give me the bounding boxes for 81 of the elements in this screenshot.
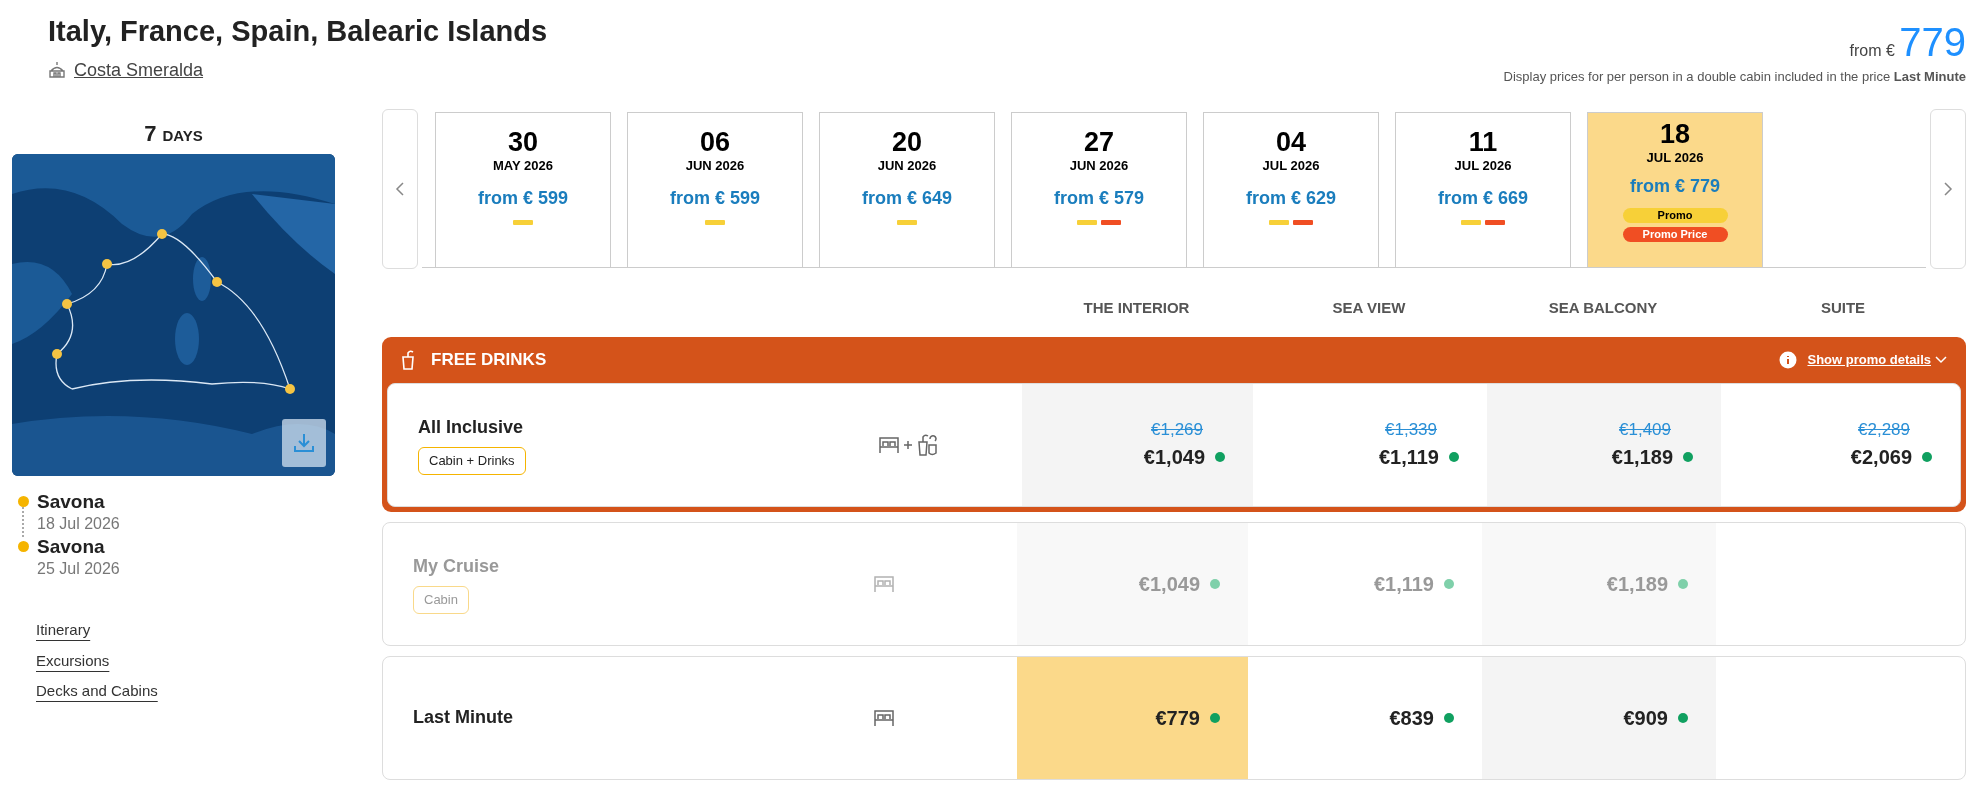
column-header: THE INTERIOR — [1082, 298, 1191, 319]
availability-dot — [1678, 578, 1688, 589]
price-cell[interactable]: €1,339 €1,119 — [1253, 383, 1487, 506]
date-tab[interactable]: 18 JUL 2026 from € 779 Promo Promo Price — [1587, 111, 1763, 267]
price-cell[interactable]: €1,409 €1,189 — [1487, 383, 1721, 506]
price-note: Display prices for per person in a double cabin included in the price Last Minute — [1503, 68, 1966, 86]
info-icon — [1779, 350, 1798, 369]
old-price: €1,409 — [1619, 418, 1671, 441]
price: €1,189 — [1606, 571, 1668, 597]
chevron-right-icon — [1943, 181, 1953, 198]
availability-dot — [1683, 452, 1693, 463]
availability-dot — [1922, 452, 1932, 463]
offer-name: My Cruise — [413, 555, 501, 579]
column-header: SEA BALCONY — [1547, 298, 1659, 319]
chevron-left-icon — [395, 181, 405, 198]
availability-dot — [1210, 578, 1220, 589]
nav-link[interactable]: Excursions — [36, 649, 110, 673]
date-tab[interactable]: 06 JUN 2026 from € 599 — [627, 111, 803, 267]
offer-tag: Cabin — [413, 586, 469, 614]
price: €1,119 — [1373, 571, 1434, 597]
nav-link[interactable]: Decks and Cabins — [36, 680, 158, 703]
plus-icon — [904, 440, 912, 449]
price: €1,119 — [1378, 445, 1439, 471]
nav-link[interactable]: Itinerary — [36, 619, 91, 642]
port-name: Savona — [37, 491, 106, 513]
column-header: SUITE — [1819, 298, 1867, 319]
price-prefix: from € — [1849, 42, 1895, 59]
price: €839 — [1389, 705, 1434, 731]
offer-name: Last Minute — [413, 706, 514, 729]
port-date: 25 Jul 2026 — [37, 559, 120, 580]
availability-dot — [1678, 712, 1688, 723]
old-price: €1,339 — [1385, 418, 1437, 441]
promo-details-link[interactable]: Show promo details — [1807, 349, 1931, 370]
stop-marker-icon — [17, 540, 29, 552]
old-price: €1,269 — [1151, 418, 1203, 441]
availability-dot — [1444, 712, 1454, 723]
bed-icon — [873, 573, 895, 594]
date-tab[interactable]: 20 JUN 2026 from € 649 — [819, 111, 995, 267]
price-cell[interactable]: €909 — [1482, 656, 1716, 779]
bed-icon — [873, 707, 895, 728]
date-tab[interactable]: 27 JUN 2026 from € 579 — [1011, 111, 1187, 267]
bed-icon — [878, 434, 900, 455]
stop-marker-icon — [17, 495, 29, 507]
download-icon — [293, 431, 315, 454]
price: €1,189 — [1611, 445, 1673, 471]
offer-name: All Inclusive — [418, 416, 525, 440]
price-cell[interactable]: €1,269 €1,049 — [1022, 383, 1253, 506]
trip-title: Italy, France, Spain, Balearic Islands — [48, 14, 548, 49]
availability-dot — [1449, 452, 1459, 463]
promo-label: FREE DRINKS — [431, 348, 547, 371]
price-cell[interactable]: €779 — [1017, 656, 1248, 779]
port-name: Savona — [37, 536, 106, 558]
price-cell[interactable]: €2,289 €2,069 — [1721, 383, 1960, 506]
date-tab[interactable]: 11 JUL 2026 from € 669 — [1395, 111, 1571, 267]
port-date: 18 Jul 2026 — [37, 514, 120, 535]
previous-button[interactable] — [382, 108, 418, 269]
price: €2,069 — [1850, 445, 1912, 471]
price: €909 — [1623, 705, 1668, 731]
route-line — [22, 506, 24, 537]
from-price: 779 — [1899, 20, 1966, 64]
availability-dot — [1444, 578, 1454, 589]
column-header: SEA VIEW — [1331, 298, 1407, 319]
promo-badge: Promo — [1622, 208, 1728, 223]
ship-icon — [48, 61, 66, 80]
drinks-icon — [916, 432, 938, 457]
next-button[interactable] — [1930, 108, 1966, 269]
duration-label: 7 DAYS — [143, 119, 204, 148]
old-price: €2,289 — [1858, 418, 1910, 441]
download-button[interactable] — [282, 418, 326, 467]
promo-badge: Promo Price — [1622, 227, 1728, 242]
date-tab[interactable]: 04 JUL 2026 from € 629 — [1203, 111, 1379, 267]
offer-tag: Cabin + Drinks — [418, 447, 526, 475]
availability-dot — [1215, 452, 1225, 463]
cup-icon — [401, 349, 415, 370]
availability-dot — [1210, 712, 1220, 723]
date-tab[interactable]: 30 MAY 2026 from € 599 — [435, 111, 611, 267]
price: €1,049 — [1138, 571, 1200, 597]
price-cell[interactable]: €839 — [1248, 656, 1482, 779]
price: €779 — [1155, 705, 1200, 731]
ship-link[interactable]: Costa Smeralda — [74, 56, 204, 84]
price: €1,049 — [1143, 445, 1205, 471]
